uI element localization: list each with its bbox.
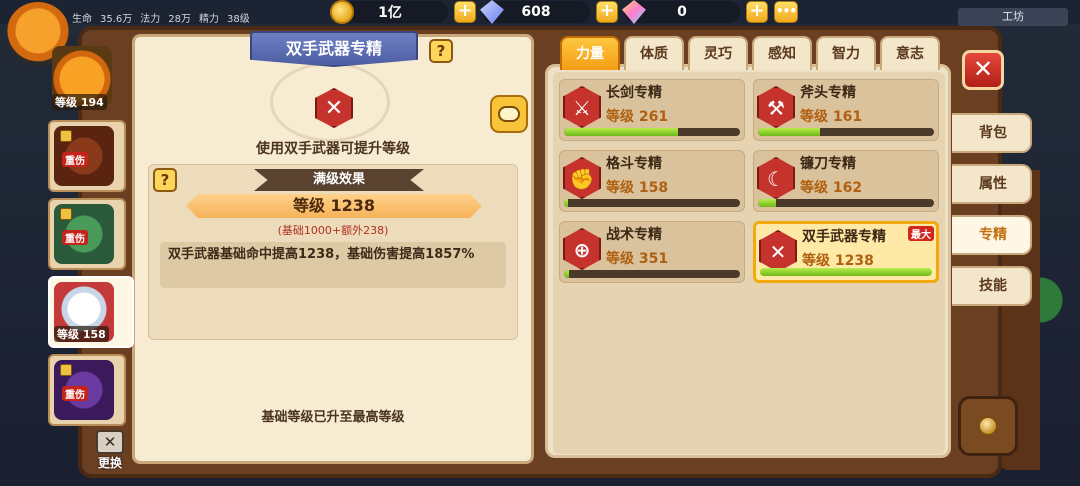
skill-name: 双手武器专精 xyxy=(802,229,886,245)
crossed-swords-icon: ✕ xyxy=(759,230,797,272)
character-slot[interactable]: 等级 194 xyxy=(48,42,126,114)
skill-card[interactable]: ⚔ 长剑专精等级 261 xyxy=(559,79,745,141)
skill-level: 等级 161 xyxy=(800,109,863,125)
skill-card-selected[interactable]: ✕ 双手武器专精 等级 1238 最大 xyxy=(753,221,939,283)
side-tab-skills[interactable]: 技能 xyxy=(952,266,1032,306)
effect-help-button[interactable]: ? xyxy=(153,168,177,192)
tactics-icon: ⊕ xyxy=(563,228,601,270)
skill-progress-fill xyxy=(758,199,776,207)
skill-progress-bar xyxy=(760,268,932,276)
chat-button[interactable] xyxy=(490,95,528,133)
add-gold-button[interactable]: + xyxy=(454,1,476,23)
skill-card[interactable]: ✊ 格斗专精等级 158 xyxy=(559,150,745,212)
injury-tag: 重伤 xyxy=(62,386,88,401)
more-menu-button[interactable]: ••• xyxy=(774,1,798,23)
tab-intelligence[interactable]: 智力 xyxy=(816,36,876,70)
currency-bar: 1亿 + 608 + 0 + ••• xyxy=(330,0,798,24)
tab-perception[interactable]: 感知 xyxy=(752,36,812,70)
stat-value: 28万 xyxy=(168,14,191,25)
side-tab-mastery[interactable]: 专精 xyxy=(952,215,1032,255)
skill-name: 斧头专精 xyxy=(800,85,856,101)
stat-label: 精力 xyxy=(199,14,219,25)
chat-bubble-icon xyxy=(498,106,520,122)
effect-description: 双手武器基础命中提高1238，基础伤害提高1857% xyxy=(160,242,506,288)
gold-counter: 1亿 xyxy=(330,0,448,24)
character-slot-selected[interactable]: 等级 158 xyxy=(48,276,134,348)
skill-card[interactable]: ⚒ 斧头专精等级 161 xyxy=(753,79,939,141)
skill-name: 长剑专精 xyxy=(606,85,662,101)
skill-description: 使用双手武器可提升等级 xyxy=(256,141,410,157)
axe-icon: ⚒ xyxy=(757,86,795,128)
skill-level: 等级 261 xyxy=(606,109,669,125)
skill-name: 镰刀专精 xyxy=(800,156,856,172)
tab-dexterity[interactable]: 灵巧 xyxy=(688,36,748,70)
skill-progress-bar xyxy=(758,199,934,207)
rainbow-gem-counter: 0 xyxy=(622,0,740,24)
skill-name: 战术专精 xyxy=(606,227,662,243)
lock-icon xyxy=(60,208,72,220)
max-badge: 最大 xyxy=(908,226,934,241)
skill-progress-fill xyxy=(760,268,932,276)
stat-value: 38级 xyxy=(227,14,250,25)
help-button[interactable]: ? xyxy=(429,39,453,63)
attribute-tabs: 力量 体质 灵巧 感知 智力 意志 xyxy=(560,36,940,70)
skill-progress-fill xyxy=(564,128,679,136)
skill-progress-bar xyxy=(758,128,934,136)
skill-progress-bar xyxy=(564,199,740,207)
swap-label: 更换 xyxy=(97,456,122,470)
lock-icon xyxy=(60,364,72,376)
level-breakdown: (基础1000+额外238) xyxy=(277,224,389,237)
skill-card[interactable]: ☾ 镰刀专精等级 162 xyxy=(753,150,939,212)
add-rainbow-gem-button[interactable]: + xyxy=(746,1,768,23)
skill-level: 等级 351 xyxy=(606,251,669,267)
character-slot[interactable]: 重伤 xyxy=(48,198,126,270)
skill-level: 等级 162 xyxy=(800,180,863,196)
max-level-note: 基础等级已升至最高等级 xyxy=(261,410,405,425)
character-level: 等级 158 xyxy=(54,326,109,342)
swap-button[interactable]: ✕ 更换 xyxy=(92,430,128,470)
skill-card[interactable]: ⊕ 战术专精等级 351 xyxy=(559,221,745,283)
character-list: 等级 194 重伤 重伤 等级 158 重伤 xyxy=(46,38,134,470)
max-level-value: 等级 1238 xyxy=(186,194,482,218)
stat-value: 35.6万 xyxy=(100,14,133,25)
add-gem-button[interactable]: + xyxy=(596,1,618,23)
side-tab-attributes[interactable]: 属性 xyxy=(952,164,1032,204)
skill-name: 格斗专精 xyxy=(606,156,662,172)
sword-icon: ⚔ xyxy=(563,86,601,128)
skill-progress-fill xyxy=(564,199,568,207)
skill-progress-fill xyxy=(758,128,820,136)
lock-icon xyxy=(60,130,72,142)
fist-icon: ✊ xyxy=(563,157,601,199)
character-slot[interactable]: 重伤 xyxy=(48,354,126,426)
tab-constitution[interactable]: 体质 xyxy=(624,36,684,70)
skill-progress-bar xyxy=(564,270,740,278)
book-buckle xyxy=(958,396,1018,456)
tab-strength[interactable]: 力量 xyxy=(560,36,620,70)
injury-tag: 重伤 xyxy=(62,152,88,167)
buckle-knob-icon xyxy=(978,416,998,436)
gold-coin-icon xyxy=(330,0,354,24)
character-slot[interactable]: 重伤 xyxy=(48,120,126,192)
skill-level: 等级 1238 xyxy=(802,253,874,269)
top-stats: 生命 35.6万 法力 28万 精力 38级 xyxy=(72,10,250,25)
max-effect-label: 满级效果 xyxy=(254,169,424,191)
skill-progress-fill xyxy=(564,270,570,278)
stat-label: 生命 xyxy=(72,14,92,25)
side-tab-backpack[interactable]: 背包 xyxy=(952,113,1032,153)
character-level: 等级 194 xyxy=(52,94,107,110)
gem-counter: 608 xyxy=(480,0,590,24)
close-icon: ✕ xyxy=(972,55,994,83)
injury-tag: 重伤 xyxy=(62,230,88,245)
tab-will[interactable]: 意志 xyxy=(880,36,940,70)
workshop-label[interactable]: 工坊 xyxy=(958,8,1068,26)
stat-label: 法力 xyxy=(140,14,161,25)
close-button[interactable]: ✕ xyxy=(962,50,1004,90)
detail-title: 双手武器专精 xyxy=(250,31,418,67)
skill-level: 等级 158 xyxy=(606,180,669,196)
scythe-icon: ☾ xyxy=(757,157,795,199)
swap-icon: ✕ xyxy=(96,430,124,454)
skill-progress-bar xyxy=(564,128,740,136)
